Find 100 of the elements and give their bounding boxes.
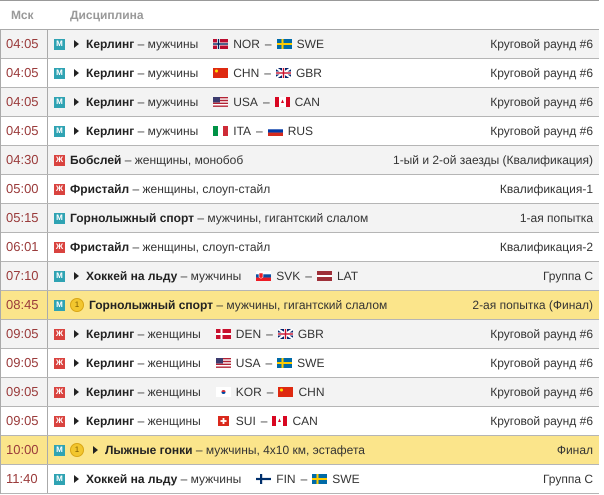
expand-caret-icon[interactable] — [74, 475, 79, 483]
medal-icon: 1 — [70, 298, 84, 312]
schedule-row[interactable]: 08:45 М 1 Горнолыжный спорт – мужчины, гигантский слалом 2-ая попытка (Финал) — [1, 291, 599, 320]
time-cell: 08:45 — [1, 291, 48, 319]
event-name: Горнолыжный спорт – мужчины, гигантский слалом — [70, 210, 368, 227]
gender-badge: М — [54, 270, 65, 282]
schedule-row[interactable]: 07:10 М Хоккей на льду – мужчины SVK – LAT Группа C — [1, 262, 599, 291]
team-code: GBR — [296, 65, 322, 82]
dash-separator: – — [266, 326, 273, 343]
event-name: Керлинг – женщины — [86, 326, 201, 343]
column-header: Мск — [10, 7, 35, 24]
time-cell: 04:05 — [1, 117, 48, 145]
event-name: Керлинг – женщины — [86, 384, 201, 401]
team-code: NOR — [233, 36, 260, 53]
stage-label: Группа C — [542, 471, 593, 488]
dash-separator: – — [264, 36, 272, 53]
dash-separator: – — [266, 384, 274, 401]
gender-badge: Ж — [54, 154, 65, 166]
expand-caret-icon[interactable] — [74, 98, 79, 106]
time-cell: 09:05 — [1, 349, 48, 377]
stage-label: Круговой раунд #6 — [490, 326, 593, 343]
stage-label: Финал — [556, 442, 593, 459]
gender-badge: М — [54, 300, 65, 310]
schedule-row[interactable]: 05:00 Ж Фристайл – женщины, слоуп-стайл Квалификация-1 — [1, 175, 599, 204]
schedule-row[interactable]: 04:30 Ж Бобслей – женщины, монобоб 1-ый и 2-ой заезды (Квалификация) — [1, 146, 599, 175]
schedule-row[interactable]: 04:05 М Керлинг – мужчины ITA – RUS Круговой раунд #6 — [1, 117, 599, 146]
team-code: RUS — [288, 123, 314, 140]
schedule-row[interactable]: 09:05 Ж Керлинг – женщины DEN – GBR Круговой раунд #6 — [1, 320, 599, 349]
stage-label: Круговой раунд #6 — [490, 65, 593, 82]
time-cell: 04:05 — [1, 88, 48, 116]
gender-badge: Ж — [54, 328, 65, 340]
expand-caret-icon[interactable] — [74, 272, 79, 280]
time-cell: 05:15 — [1, 204, 48, 232]
gender-badge: Ж — [54, 386, 65, 398]
stage-label: Круговой раунд #6 — [490, 355, 593, 372]
gender-badge: М — [54, 38, 65, 50]
team-code: ITA — [233, 123, 252, 140]
schedule-row[interactable]: 05:15 М Горнолыжный спорт – мужчины, гигантский слалом 1-ая попытка — [1, 204, 599, 233]
team-code: USA — [236, 355, 260, 372]
event-name: Керлинг – мужчины — [86, 123, 198, 140]
team-code: KOR — [236, 384, 262, 401]
schedule-row[interactable]: 06:01 Ж Фристайл – женщины, слоуп-стайл Квалификация-2 — [1, 233, 599, 262]
team-code: SWE — [332, 471, 360, 488]
stage-label: Круговой раунд #6 — [490, 413, 593, 430]
time-cell: 05:00 — [1, 175, 48, 203]
expand-caret-icon[interactable] — [74, 417, 79, 425]
expand-caret-icon[interactable] — [74, 127, 79, 135]
time-cell: 09:05 — [1, 378, 48, 406]
team-code: USA — [233, 94, 258, 111]
expand-caret-icon[interactable] — [74, 330, 79, 338]
expand-caret-icon[interactable] — [74, 359, 79, 367]
schedule-row[interactable]: 10:00 М 1 Лыжные гонки – мужчины, 4x10 км, эстафета Финал — [1, 436, 599, 465]
team-code: CHN — [233, 65, 260, 82]
stage-label: Группа C — [542, 268, 593, 285]
time-cell: 04:05 — [1, 59, 48, 87]
expand-caret-icon[interactable] — [74, 40, 79, 48]
stage-label: Квалификация-1 — [500, 181, 593, 198]
stage-label: 1-ый и 2-ой заезды (Квалификация) — [393, 152, 593, 169]
schedule-row[interactable]: 09:05 Ж Керлинг – женщины USA – SWE Круговой раунд #6 — [1, 349, 599, 378]
dash-separator: – — [265, 355, 272, 372]
expand-caret-icon[interactable] — [74, 388, 79, 396]
schedule-row[interactable]: 04:05 М Керлинг – мужчины CHN – GBR Круговой раунд #6 — [1, 59, 599, 88]
column-header: Дисциплина — [69, 7, 144, 24]
team-code: SWE — [296, 36, 324, 53]
event-name: Керлинг – мужчины — [86, 36, 198, 53]
team-code: GBR — [298, 326, 324, 343]
schedule-row[interactable]: 04:05 М Керлинг – мужчины USA – CAN Круговой раунд #6 — [1, 88, 599, 117]
dash-separator: – — [305, 268, 312, 285]
time-cell: 09:05 — [1, 407, 48, 435]
team-code: SWE — [297, 355, 324, 372]
time-cell: 07:10 — [1, 262, 48, 290]
event-name: Керлинг – мужчины — [86, 94, 198, 111]
stage-label: Круговой раунд #6 — [490, 123, 593, 140]
event-name: Горнолыжный спорт – мужчины, гигантский слалом — [89, 297, 388, 314]
schedule-row[interactable]: 11:40 М Хоккей на льду – мужчины FIN – SWE Группа C — [1, 465, 599, 494]
time-cell: 11:40 — [1, 465, 48, 493]
dash-separator: – — [262, 94, 270, 111]
gender-badge: М — [54, 444, 65, 456]
dash-separator: – — [264, 65, 271, 82]
stage-label: 2-ая попытка (Финал) — [472, 297, 593, 314]
team-code: FIN — [276, 471, 296, 488]
schedule-row[interactable]: 09:05 Ж Керлинг – женщины SUI – CAN Круговой раунд #6 — [1, 407, 599, 436]
time-cell: 04:30 — [1, 146, 48, 174]
event-name: Хоккей на льду – мужчины — [86, 268, 242, 285]
gender-badge: Ж — [54, 184, 65, 194]
time-cell: 04:05 — [1, 30, 48, 58]
team-code: CAN — [294, 94, 320, 111]
stage-label: Круговой раунд #6 — [490, 384, 593, 401]
stage-label: Круговой раунд #6 — [490, 36, 593, 53]
expand-caret-icon[interactable] — [74, 69, 79, 77]
event-name: Фристайл – женщины, слоуп-стайл — [70, 181, 270, 198]
gender-badge: М — [54, 96, 65, 108]
event-name: Керлинг – женщины — [86, 355, 201, 372]
stage-label: Квалификация-2 — [500, 239, 593, 256]
team-code: CHN — [298, 384, 324, 401]
schedule-row[interactable]: 04:05 М Керлинг – мужчины NOR – SWE Круговой раунд #6 — [1, 30, 599, 59]
expand-caret-icon[interactable] — [93, 446, 98, 454]
schedule-row[interactable]: 09:05 Ж Керлинг – женщины KOR – CHN Круговой раунд #6 — [1, 378, 599, 407]
gender-badge: М — [54, 474, 65, 484]
gender-badge: Ж — [54, 416, 65, 426]
